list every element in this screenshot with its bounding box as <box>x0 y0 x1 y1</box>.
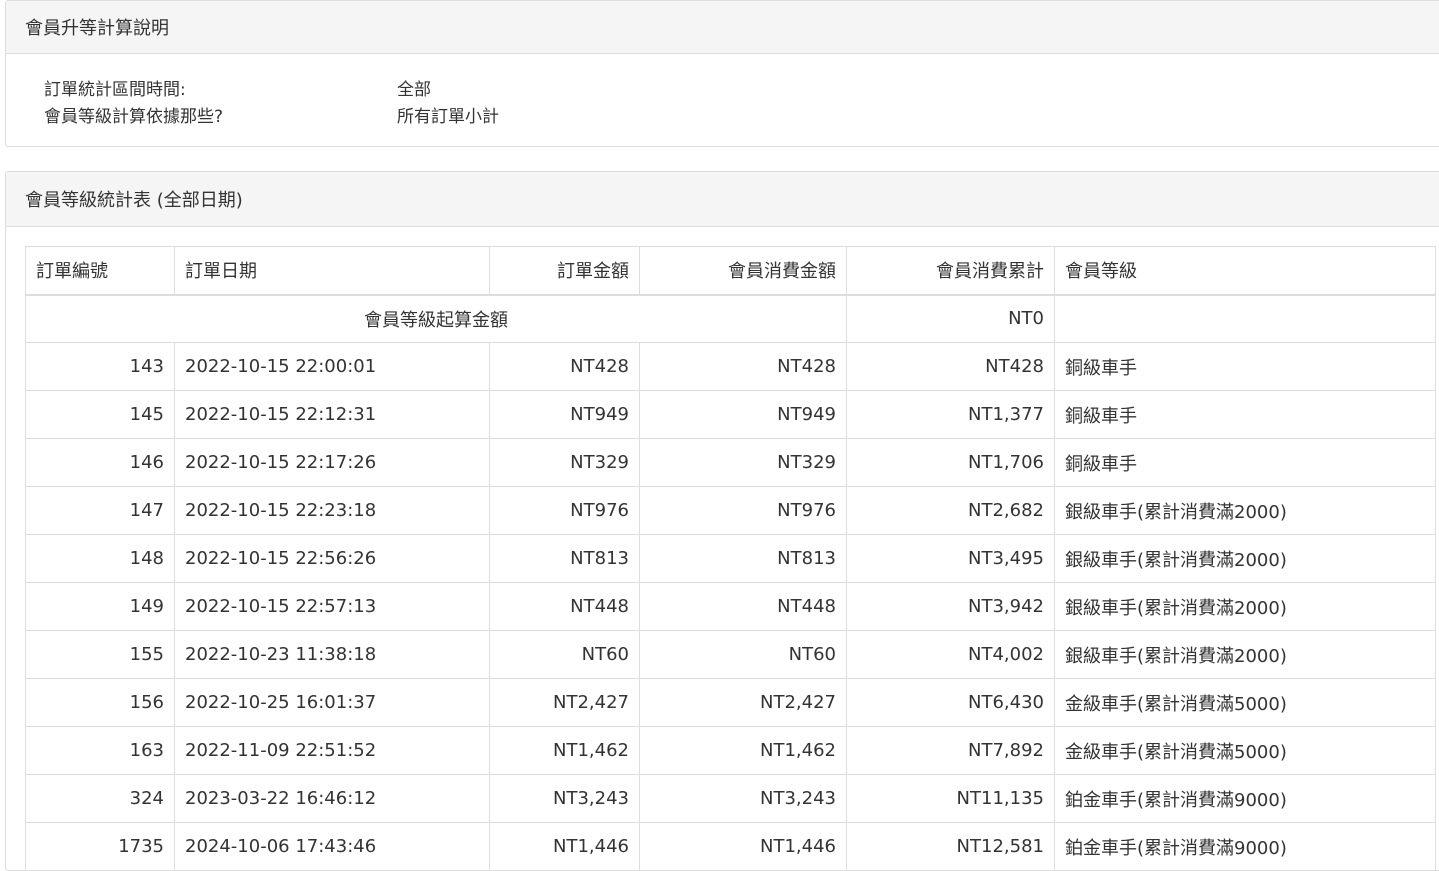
upgrade-rules-panel: 會員升等計算說明 訂單統計區間時間: 全部 會員等級計算依據那些? 所有訂單小計 <box>5 0 1439 147</box>
cell-order-date: 2023-03-22 16:46:12 <box>174 774 490 823</box>
table-row: 1735 2024-10-06 17:43:46 NT1,446 NT1,446… <box>25 822 1436 871</box>
table-row: 156 2022-10-25 16:01:37 NT2,427 NT2,427 … <box>25 678 1436 727</box>
start-amount-row: 會員等級起算金額 NT0 <box>25 294 1436 343</box>
cell-order-date: 2022-10-25 16:01:37 <box>174 678 490 727</box>
cell-member-spend: NT60 <box>639 630 847 679</box>
cell-member-cumulative: NT3,942 <box>846 582 1055 631</box>
cell-order-no: 143 <box>25 342 175 391</box>
cell-member-level: 鉑金車手(累計消費滿9000) <box>1054 822 1436 871</box>
table-row: 145 2022-10-15 22:12:31 NT949 NT949 NT1,… <box>25 390 1436 439</box>
header-member-cumulative: 會員消費累計 <box>846 246 1055 296</box>
cell-order-date: 2022-10-15 22:23:18 <box>174 486 490 535</box>
cell-order-date: 2022-10-15 22:12:31 <box>174 390 490 439</box>
cell-member-spend: NT976 <box>639 486 847 535</box>
cell-order-no: 145 <box>25 390 175 439</box>
cell-member-level: 銀級車手(累計消費滿2000) <box>1054 630 1436 679</box>
stat-period-label: 訂單統計區間時間: <box>44 80 186 100</box>
cell-member-level: 銀級車手(累計消費滿2000) <box>1054 582 1436 631</box>
cell-member-cumulative: NT2,682 <box>846 486 1055 535</box>
cell-member-cumulative: NT6,430 <box>846 678 1055 727</box>
cell-member-spend: NT329 <box>639 438 847 487</box>
cell-order-amount: NT448 <box>489 582 640 631</box>
cell-order-no: 155 <box>25 630 175 679</box>
cell-member-level: 銅級車手 <box>1054 342 1436 391</box>
cell-order-amount: NT949 <box>489 390 640 439</box>
cell-order-no: 146 <box>25 438 175 487</box>
cell-order-date: 2022-10-15 22:57:13 <box>174 582 490 631</box>
cell-order-amount: NT976 <box>489 486 640 535</box>
table-row: 148 2022-10-15 22:56:26 NT813 NT813 NT3,… <box>25 534 1436 583</box>
table-row: 143 2022-10-15 22:00:01 NT428 NT428 NT42… <box>25 342 1436 391</box>
stats-panel-title: 會員等級統計表 (全部日期) <box>6 172 1439 227</box>
cell-member-cumulative: NT11,135 <box>846 774 1055 823</box>
level-basis-value: 所有訂單小計 <box>397 107 499 127</box>
table-row: 147 2022-10-15 22:23:18 NT976 NT976 NT2,… <box>25 486 1436 535</box>
cell-member-level: 金級車手(累計消費滿5000) <box>1054 678 1436 727</box>
cell-order-no: 156 <box>25 678 175 727</box>
cell-member-cumulative: NT1,377 <box>846 390 1055 439</box>
table-row: 149 2022-10-15 22:57:13 NT448 NT448 NT3,… <box>25 582 1436 631</box>
cell-order-date: 2022-10-23 11:38:18 <box>174 630 490 679</box>
cell-member-cumulative: NT4,002 <box>846 630 1055 679</box>
cell-order-date: 2022-10-15 22:56:26 <box>174 534 490 583</box>
cell-member-spend: NT2,427 <box>639 678 847 727</box>
cell-order-amount: NT1,446 <box>489 822 640 871</box>
cell-member-level: 鉑金車手(累計消費滿9000) <box>1054 774 1436 823</box>
cell-member-level: 銀級車手(累計消費滿2000) <box>1054 486 1436 535</box>
cell-member-spend: NT1,446 <box>639 822 847 871</box>
cell-order-amount: NT329 <box>489 438 640 487</box>
cell-order-date: 2022-10-15 22:00:01 <box>174 342 490 391</box>
upgrade-rules-title: 會員升等計算說明 <box>6 1 1439 54</box>
cell-order-date: 2022-10-15 22:17:26 <box>174 438 490 487</box>
cell-order-amount: NT3,243 <box>489 774 640 823</box>
cell-order-amount: NT2,427 <box>489 678 640 727</box>
cell-member-cumulative: NT1,706 <box>846 438 1055 487</box>
table-row: 155 2022-10-23 11:38:18 NT60 NT60 NT4,00… <box>25 630 1436 679</box>
cell-order-no: 324 <box>25 774 175 823</box>
header-order-date: 訂單日期 <box>174 246 490 296</box>
header-member-level: 會員等級 <box>1054 246 1436 296</box>
cell-order-date: 2022-11-09 22:51:52 <box>174 726 490 775</box>
cell-member-level: 金級車手(累計消費滿5000) <box>1054 726 1436 775</box>
cell-order-no: 147 <box>25 486 175 535</box>
cell-order-no: 148 <box>25 534 175 583</box>
cell-member-spend: NT3,243 <box>639 774 847 823</box>
header-order-no: 訂單編號 <box>25 246 175 296</box>
level-basis-label: 會員等級計算依據那些? <box>44 107 224 127</box>
cell-member-spend: NT813 <box>639 534 847 583</box>
cell-member-spend: NT448 <box>639 582 847 631</box>
cell-order-amount: NT813 <box>489 534 640 583</box>
member-level-table: 訂單編號 訂單日期 訂單金額 會員消費金額 會員消費累計 會員等級 會員等級起算… <box>25 246 1436 871</box>
cell-member-level: 銅級車手 <box>1054 438 1436 487</box>
cell-order-no: 1735 <box>25 822 175 871</box>
cell-order-amount: NT428 <box>489 342 640 391</box>
header-order-amount: 訂單金額 <box>489 246 640 296</box>
cell-member-level: 銅級車手 <box>1054 390 1436 439</box>
table-row: 324 2023-03-22 16:46:12 NT3,243 NT3,243 … <box>25 774 1436 823</box>
header-member-spend: 會員消費金額 <box>639 246 847 296</box>
cell-order-no: 149 <box>25 582 175 631</box>
member-level-stats-panel: 會員等級統計表 (全部日期) 訂單編號 訂單日期 訂單金額 會員消費金額 會員消… <box>5 171 1439 871</box>
start-amount-label: 會員等級起算金額 <box>25 294 847 343</box>
cell-order-date: 2024-10-06 17:43:46 <box>174 822 490 871</box>
cell-order-no: 163 <box>25 726 175 775</box>
cell-member-level: 銀級車手(累計消費滿2000) <box>1054 534 1436 583</box>
cell-member-spend: NT1,462 <box>639 726 847 775</box>
cell-member-cumulative: NT428 <box>846 342 1055 391</box>
table-row: 146 2022-10-15 22:17:26 NT329 NT329 NT1,… <box>25 438 1436 487</box>
start-amount-level <box>1054 294 1436 343</box>
cell-member-cumulative: NT7,892 <box>846 726 1055 775</box>
table-row: 163 2022-11-09 22:51:52 NT1,462 NT1,462 … <box>25 726 1436 775</box>
stat-period-value: 全部 <box>397 80 431 100</box>
cell-member-cumulative: NT12,581 <box>846 822 1055 871</box>
start-amount-value: NT0 <box>846 294 1055 343</box>
cell-member-cumulative: NT3,495 <box>846 534 1055 583</box>
cell-order-amount: NT60 <box>489 630 640 679</box>
table-header-row: 訂單編號 訂單日期 訂單金額 會員消費金額 會員消費累計 會員等級 <box>25 246 1436 296</box>
cell-member-spend: NT428 <box>639 342 847 391</box>
cell-member-spend: NT949 <box>639 390 847 439</box>
cell-order-amount: NT1,462 <box>489 726 640 775</box>
